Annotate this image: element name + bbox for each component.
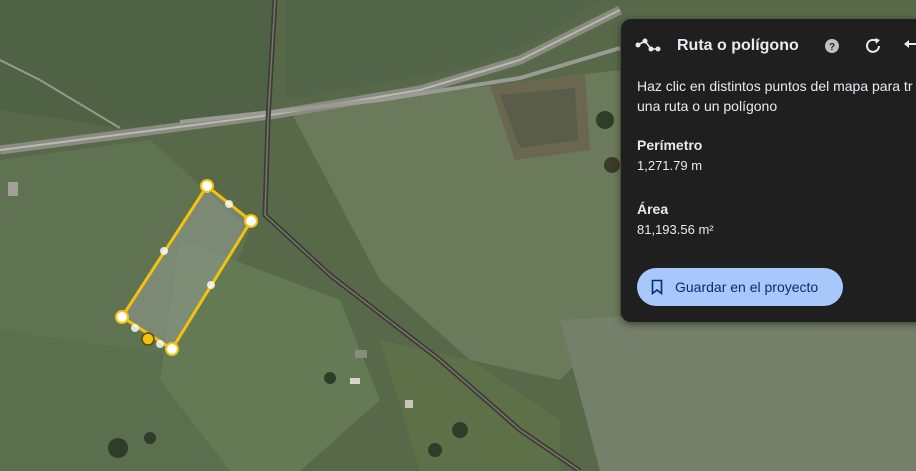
bookmark-icon <box>651 279 663 295</box>
route-icon <box>635 38 661 52</box>
polygon-midpoint[interactable] <box>131 324 139 332</box>
area-label: Área <box>637 201 669 217</box>
tree <box>108 438 128 458</box>
help-icon[interactable]: ? <box>821 35 843 57</box>
polygon-midpoint[interactable] <box>207 281 215 289</box>
perimeter-label: Perímetro <box>637 137 703 153</box>
tree <box>324 372 336 384</box>
svg-text:?: ? <box>829 42 835 53</box>
measure-panel: Ruta o polígono ? Haz clic en distintos … <box>621 19 916 322</box>
polygon-vertex[interactable] <box>165 342 179 356</box>
tree <box>144 432 156 444</box>
polygon-midpoint[interactable] <box>160 247 168 255</box>
area-value: 81,193.56 m² <box>637 222 714 237</box>
save-to-project-button[interactable]: Guardar en el proyecto <box>637 268 843 306</box>
save-button-label: Guardar en el proyecto <box>675 279 819 295</box>
instructions-line: Haz clic en distintos puntos del mapa pa… <box>637 78 913 94</box>
polygon-vertex[interactable] <box>115 310 129 324</box>
building <box>8 182 18 196</box>
refresh-icon[interactable] <box>862 35 884 57</box>
building <box>350 378 360 384</box>
instructions-line: una ruta o un polígono <box>637 98 778 114</box>
undo-icon[interactable] <box>901 35 916 57</box>
tree <box>452 422 468 438</box>
panel-header: Ruta o polígono ? <box>621 19 916 75</box>
field-patch <box>0 0 275 128</box>
building <box>405 400 413 408</box>
polygon-vertex[interactable] <box>200 179 214 193</box>
tree <box>604 157 620 173</box>
tree <box>596 111 614 129</box>
polygon-midpoint[interactable] <box>156 340 164 348</box>
polygon-vertex-active[interactable] <box>141 332 155 346</box>
polygon-vertex[interactable] <box>244 214 258 228</box>
polygon-midpoint[interactable] <box>225 200 233 208</box>
panel-title: Ruta o polígono <box>677 37 799 54</box>
field-patch <box>560 300 916 471</box>
perimeter-value: 1,271.79 m <box>637 158 703 173</box>
building <box>355 350 367 358</box>
instructions-text: Haz clic en distintos puntos del mapa pa… <box>637 76 916 116</box>
tree <box>428 443 442 457</box>
